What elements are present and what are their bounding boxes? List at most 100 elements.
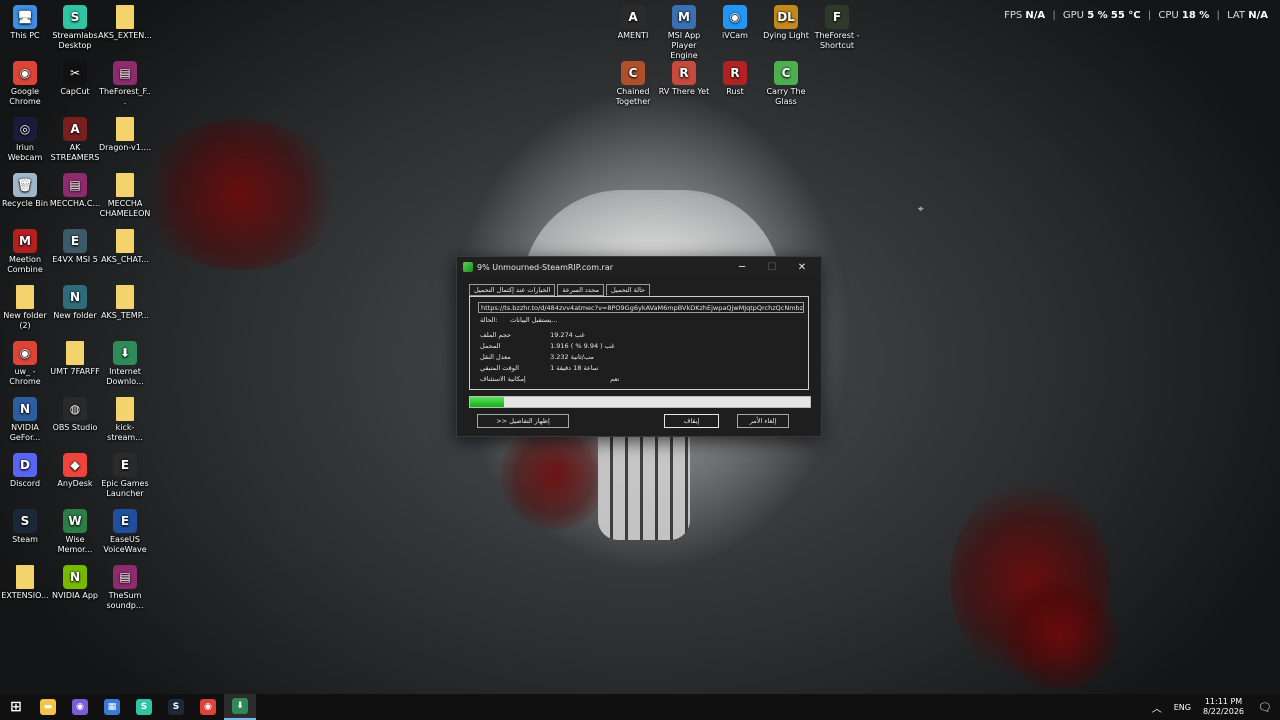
chrome-taskbar-icon[interactable]: ◉ <box>192 694 224 720</box>
desktop-icon[interactable]: EXTENSIO... <box>0 565 52 601</box>
desktop-icon[interactable]: ▤ MECCHA.C... <box>48 173 102 209</box>
crosshair-cursor-icon: ⌖ <box>918 204 924 215</box>
desktop-icon[interactable]: MECCHA CHAMELEON <box>98 173 152 219</box>
desktop-icon[interactable]: New folder (2) <box>0 285 52 331</box>
desktop-icon[interactable]: ◍ OBS Studio <box>48 397 102 433</box>
task-manager-icon[interactable]: ▦ <box>96 694 128 720</box>
desktop-icon[interactable]: E E4VX MSI 5 <box>48 229 102 265</box>
pause-button[interactable]: إيقاف <box>664 414 719 428</box>
taskbar-app-glyph: ⊞ <box>10 699 22 715</box>
desktop-icon-label: EXTENSIO... <box>1 591 49 600</box>
desktop-icon[interactable]: M Meetion Combine <box>0 229 52 275</box>
desktop-icon[interactable]: ▤ TheForest_F... <box>98 61 152 107</box>
amenti-icon: A <box>621 5 645 29</box>
chrome-icon: ◉ <box>13 61 37 85</box>
taskbar: ⊞ ▬ ◉ ▦ S S ◉ ⬇ ︿ ENG 11:11 PM 8/22/2026 🗨 <box>0 694 1280 720</box>
info-value: 3.232 مب/ثانية <box>550 353 594 361</box>
recycle-bin-icon: 🗑 <box>13 173 37 197</box>
desktop-icon[interactable]: ▤ TheSum soundp... <box>98 565 152 611</box>
steam-taskbar-icon[interactable]: S <box>160 694 192 720</box>
desktop-icon-label: OBS Studio <box>52 423 98 432</box>
notification-icon[interactable]: 🗨 <box>1250 701 1280 714</box>
streamlabs-taskbar-icon[interactable]: S <box>128 694 160 720</box>
desktop-icon-label: Streamlabs Desktop <box>52 31 98 50</box>
desktop-icon[interactable]: kick-stream... <box>98 397 152 443</box>
desktop-icon[interactable]: AKS_EXTEN... <box>98 5 152 41</box>
desktop-icon[interactable]: N NVIDIA GeFor... <box>0 397 52 443</box>
desktop-icon[interactable]: N NVIDIA App <box>48 565 102 601</box>
carry-the-glass-icon: C <box>774 61 798 85</box>
desktop-icon[interactable]: Dragon-v1.... <box>98 117 152 153</box>
cpu-label: CPU <box>1158 10 1179 21</box>
desktop-icon[interactable]: DL Dying Light <box>759 5 813 41</box>
desktop-icon[interactable]: C Carry The Glass <box>759 61 813 107</box>
cancel-button[interactable]: إلغاء الأمر <box>737 414 789 428</box>
desktop-icon-label: iVCam <box>722 31 748 40</box>
taskbar-app-glyph: ▦ <box>104 699 120 715</box>
desktop-icon[interactable]: ⬇ Internet Downlo... <box>98 341 152 387</box>
desktop-icon-label: NVIDIA App <box>52 591 98 600</box>
blood-splatter <box>1000 580 1120 690</box>
tab-download-status[interactable]: حالة التحميل <box>605 284 651 296</box>
desktop-icon[interactable]: S Steam <box>0 509 52 545</box>
download-url-field[interactable]: https://ts.bzzhr.to/d/484zvv4atmec?v=8PO… <box>478 302 804 313</box>
folder-icon <box>116 5 134 29</box>
desktop-icon[interactable]: 🗑 Recycle Bin <box>0 173 52 209</box>
desktop-icon-label: NVIDIA GeFor... <box>9 423 41 442</box>
idm-app-icon <box>463 262 473 272</box>
info-value: 19.274 غب <box>550 331 585 339</box>
desktop-icon[interactable]: ◎ Iriun Webcam <box>0 117 52 163</box>
desktop-icon[interactable]: F TheForest - Shortcut <box>810 5 864 51</box>
gpu-label: GPU <box>1062 10 1085 21</box>
desktop-icon[interactable]: ◆ AnyDesk <box>48 453 102 489</box>
window-titlebar[interactable]: 9% Unmourned-SteamRIP.com.rar ─ ☐ ✕ <box>457 257 821 277</box>
desktop-icon-label: Wise Memor... <box>57 535 93 554</box>
taskbar-app-glyph: S <box>168 699 184 715</box>
desktop-icon[interactable]: ✂ CapCut <box>48 61 102 97</box>
fps-label: FPS <box>1004 10 1023 21</box>
input-language-indicator[interactable]: ENG <box>1168 703 1197 712</box>
close-button[interactable]: ✕ <box>787 257 817 277</box>
desktop-icon[interactable]: 🖥 This PC <box>0 5 52 41</box>
dying-light-icon: DL <box>774 5 798 29</box>
clock-time: 11:11 PM <box>1204 697 1243 706</box>
desktop-icon[interactable]: D Discord <box>0 453 52 489</box>
idm-taskbar-icon[interactable]: ⬇ <box>224 694 256 720</box>
tab-speed-limiter[interactable]: محدد السرعة <box>557 284 604 296</box>
download-progress-bar <box>469 396 811 408</box>
clock[interactable]: 11:11 PM 8/22/2026 <box>1197 697 1250 717</box>
desktop-icon[interactable]: AKS_CHAT... <box>98 229 152 265</box>
desktop-icon[interactable]: M MSI App Player Engine <box>657 5 711 61</box>
desktop-icon[interactable]: ◉ Google Chrome <box>0 61 52 107</box>
download-progress-fill <box>470 397 504 407</box>
desktop-icon[interactable]: ◉ uw_ - Chrome <box>0 341 52 387</box>
desktop-icon[interactable]: R RV There Yet <box>657 61 711 97</box>
wallpaper-skull-teeth <box>598 436 690 540</box>
desktop-icon[interactable]: W Wise Memor... <box>48 509 102 555</box>
desktop-icon[interactable]: E Epic Games Launcher <box>98 453 152 499</box>
desktop-icon[interactable]: UMT 7FARFF <box>48 341 102 377</box>
show-details-button[interactable]: >> إظهار التفاصيل <box>477 414 569 428</box>
windows-start-icon[interactable]: ⊞ <box>0 694 32 720</box>
file-explorer-icon[interactable]: ▬ <box>32 694 64 720</box>
desktop-icon-label: Google Chrome <box>9 87 41 106</box>
chevron-up-icon[interactable]: ︿ <box>1146 700 1168 715</box>
maximize-button[interactable]: ☐ <box>757 257 787 277</box>
info-value: 1.916 غب ( 9.94 % ) <box>550 342 615 350</box>
info-row: حجم الملف 19.274 غب <box>480 331 585 339</box>
desktop-icon[interactable]: A AMENTI <box>606 5 660 41</box>
browser-icon[interactable]: ◉ <box>64 694 96 720</box>
file-icon <box>116 285 134 309</box>
desktop-icon[interactable]: C Chained Together <box>606 61 660 107</box>
tab-on-completion[interactable]: الخيارات عند إكتمال التحميل <box>469 284 556 296</box>
desktop-icon[interactable]: N New folder <box>48 285 102 321</box>
desktop-icon[interactable]: A AK STREAMERS <box>48 117 102 163</box>
desktop-icon[interactable]: R Rust <box>708 61 762 97</box>
new-folder-icon: N <box>63 285 87 309</box>
desktop-icon[interactable]: S Streamlabs Desktop <box>48 5 102 51</box>
desktop-icon[interactable]: E EaseUS VoiceWave <box>98 509 152 555</box>
desktop-icon[interactable]: AKS_TEMP... <box>98 285 152 321</box>
desktop-icon[interactable]: ◉ iVCam <box>708 5 762 41</box>
minimize-button[interactable]: ─ <box>727 257 757 277</box>
gpu-temp: 55 °C <box>1110 10 1141 21</box>
